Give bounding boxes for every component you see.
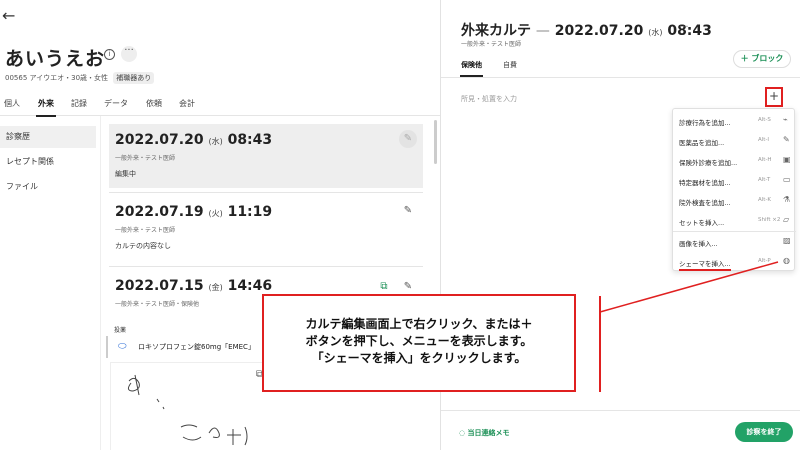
prescription-row[interactable]: ⬭ ロキソプロフェン錠60mg「EMEC」	[106, 336, 276, 358]
folder-icon: ▱	[783, 215, 790, 224]
record-title-dash: —	[535, 23, 550, 39]
visit-entry[interactable]: 2022.07.20 (水) 08:43 一般外来・テスト医師 編集中 ✎	[109, 124, 423, 188]
menu-item-shortcut: Alt-H	[758, 157, 772, 163]
tab-insurance[interactable]: 保険他	[460, 60, 483, 77]
scrollbar[interactable]	[434, 120, 437, 164]
menu-item-label: 院外検査を追加...	[679, 199, 731, 207]
tab-requests[interactable]: 依頼	[146, 98, 162, 109]
patient-badge: 補職器あり	[113, 72, 155, 84]
record-time: 08:43	[667, 23, 712, 39]
subnav-item-history[interactable]: 診察歴	[0, 126, 96, 148]
visit-note: 編集中	[115, 170, 136, 178]
menu-item-shortcut: Alt-T	[758, 177, 771, 183]
pill-icon: ✎	[783, 135, 790, 144]
menu-item-label: セットを挿入...	[679, 219, 725, 227]
visit-note: カルテの内容なし	[115, 242, 171, 250]
visit-dow: (金)	[208, 283, 223, 292]
menu-item-label: 診療行為を追加...	[679, 119, 731, 127]
instruction-text: カルテ編集画面上で右クリック、または＋ ボタンを押下し、メニューを表示します。 …	[305, 317, 533, 365]
record-tabs: 保険他 自費	[441, 60, 800, 78]
divider	[109, 192, 423, 193]
patient-meta: 00565 アイウエオ・30歳・女性 補職器あり	[5, 72, 155, 84]
contact-memo-link[interactable]: ◌ 当日連絡メモ	[459, 428, 510, 438]
menu-item-external-test[interactable]: 院外検査を追加... Alt-K ⚗	[673, 191, 796, 211]
record-dow: (水)	[648, 28, 663, 37]
subnav-item-files[interactable]: ファイル	[0, 176, 100, 198]
tab-data[interactable]: データ	[104, 98, 128, 109]
record-title: 外来カルテ — 2022.07.20 (水) 08:43	[461, 20, 712, 40]
visit-dow: (火)	[208, 209, 223, 218]
visit-time: 11:19	[227, 204, 273, 220]
menu-item-label: 保険外診療を追加...	[679, 159, 738, 167]
record-footer: ◌ 当日連絡メモ 診察を終了	[441, 410, 800, 450]
visit-dow: (水)	[208, 137, 223, 146]
palette-icon: ◍	[783, 256, 790, 265]
clipboard-icon: ▣	[783, 155, 791, 164]
insert-menu: 診療行為を追加... Alt-S ⌁ 医薬品を追加... Alt-I ✎ 保険外…	[672, 108, 796, 272]
findings-input[interactable]: 所見・処置を入力	[461, 94, 517, 104]
finish-exam-button[interactable]: 診察を終了	[735, 422, 793, 442]
menu-item-procedure[interactable]: 診療行為を追加... Alt-S ⌁	[673, 111, 796, 131]
syringe-icon: ⌁	[783, 115, 788, 124]
visit-time: 14:46	[227, 278, 273, 294]
menu-item-shortcut: Alt-I	[758, 137, 770, 143]
more-icon[interactable]: ···	[679, 22, 689, 33]
menu-item-label: 医薬品を追加...	[679, 139, 725, 147]
patient-tabs: 個人 外来 記録 データ 依頼 会計	[0, 96, 440, 117]
patient-name: あいうえお	[5, 48, 106, 70]
prescription-label: 投薬	[114, 327, 127, 334]
menu-item-label: 特定器材を追加...	[679, 179, 731, 187]
visit-sub: 一般外来・テスト医師	[115, 155, 176, 162]
tab-billing[interactable]: 会計	[179, 98, 195, 109]
edit-icon[interactable]: ✎	[399, 202, 417, 220]
visit-entry[interactable]: 2022.07.19 (火) 11:19 一般外来・テスト医師 カルテの内容なし…	[109, 196, 423, 260]
flask-icon: ⚗	[783, 195, 791, 204]
menu-item-shortcut: Alt-P	[758, 258, 771, 264]
info-icon[interactable]: i	[104, 49, 115, 60]
menu-item-shortcut: Shift ×2	[758, 217, 781, 223]
schema-drawing	[110, 362, 280, 450]
visit-sub: 一般外来・テスト医師・保険他	[115, 301, 200, 308]
record-title-prefix: 外来カルテ	[461, 23, 531, 39]
visit-date-text: 2022.07.15	[115, 278, 204, 294]
menu-item-label: 画像を挿入...	[679, 240, 718, 248]
tab-records[interactable]: 記録	[71, 98, 87, 109]
visit-date-text: 2022.07.20	[115, 132, 204, 148]
menu-item-insert-set[interactable]: セットを挿入... Shift ×2 ▱	[673, 211, 796, 231]
record-date: 2022.07.20	[554, 23, 644, 39]
tab-personal[interactable]: 個人	[4, 98, 20, 109]
menu-item-insert-schema[interactable]: シェーマを挿入... Alt-P ◍	[673, 252, 796, 272]
prescription-item: ロキソプロフェン錠60mg「EMEC」	[138, 343, 255, 351]
tab-self-pay[interactable]: 自費	[503, 60, 517, 70]
menu-item-medicine[interactable]: 医薬品を追加... Alt-I ✎	[673, 131, 796, 151]
arrow-left-icon[interactable]: ←	[2, 6, 15, 25]
visit-date: 2022.07.15 (金) 14:46	[115, 278, 272, 294]
chat-icon: ▭	[783, 175, 791, 184]
visit-date-text: 2022.07.19	[115, 204, 204, 220]
patient-meta-text: 00565 アイウエオ・30歳・女性	[5, 74, 109, 82]
edit-icon[interactable]: ✎	[399, 130, 417, 148]
visit-sub: 一般外来・テスト医師	[115, 227, 176, 234]
menu-item-label: シェーマを挿入...	[679, 258, 731, 271]
instruction-callout: カルテ編集画面上で右クリック、または＋ ボタンを押下し、メニューを表示します。 …	[262, 294, 576, 392]
menu-item-shortcut: Alt-K	[758, 197, 772, 203]
divider	[109, 266, 423, 267]
tab-outpatient[interactable]: 外来	[36, 98, 56, 117]
visit-date: 2022.07.19 (火) 11:19	[115, 204, 272, 220]
more-icon[interactable]: ···	[121, 46, 137, 62]
menu-item-insert-image[interactable]: 画像を挿入... ▨	[673, 232, 796, 252]
visit-time: 08:43	[227, 132, 273, 148]
contact-memo-label: 当日連絡メモ	[467, 429, 510, 437]
menu-item-device[interactable]: 特定器材を追加... Alt-T ▭	[673, 171, 796, 191]
image-icon: ▨	[783, 236, 791, 245]
record-sub: 一般外来・テスト医師	[461, 41, 522, 48]
visit-date: 2022.07.20 (水) 08:43	[115, 132, 272, 148]
pill-icon: ⬭	[118, 341, 127, 352]
menu-item-non-insured[interactable]: 保険外診療を追加... Alt-H ▣	[673, 151, 796, 171]
subnav-item-receipt[interactable]: レセプト関係	[0, 151, 100, 173]
chat-icon: ◌	[459, 429, 466, 437]
subnav: 診察歴 レセプト関係 ファイル	[0, 126, 100, 201]
menu-item-shortcut: Alt-S	[758, 117, 771, 123]
add-button[interactable]: +	[765, 87, 783, 107]
